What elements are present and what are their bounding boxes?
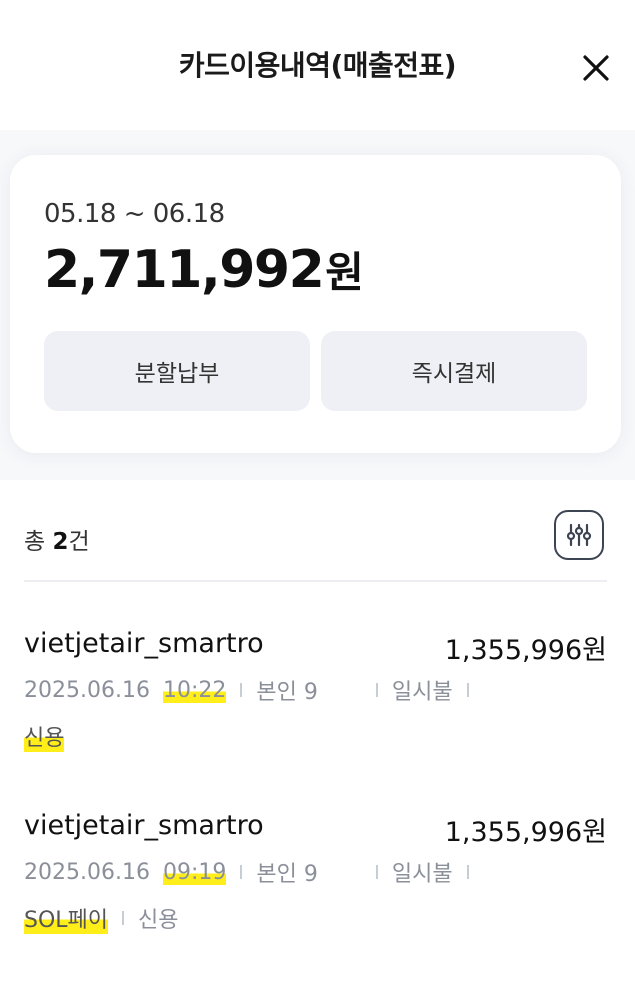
transaction-meta: 2025.06.16 09:19 본인 9 일시불 bbox=[24, 856, 483, 888]
merchant-name: vietjetair_smartro bbox=[24, 810, 264, 841]
total-amount: 2,711,992원 bbox=[44, 239, 364, 300]
transaction-meta: 2025.06.16 10:22 본인 9 일시불 bbox=[24, 674, 483, 706]
payment-type: 일시불 bbox=[391, 862, 453, 887]
card-owner: 본인 9 bbox=[256, 680, 318, 705]
transaction-amount: 1,355,996원 bbox=[444, 817, 607, 848]
separator bbox=[375, 683, 378, 697]
tag-sol-pay: SOL페이 bbox=[24, 902, 109, 934]
list-header: 총 2건 bbox=[24, 510, 607, 564]
filter-sliders-icon bbox=[566, 523, 592, 547]
close-button[interactable] bbox=[578, 50, 614, 86]
count-prefix: 총 bbox=[24, 529, 53, 555]
payment-type: 일시불 bbox=[391, 680, 453, 705]
page-title: 카드이용내역(매출전표) bbox=[178, 49, 457, 82]
transaction-tags: SOL페이 신용 bbox=[24, 902, 179, 934]
merchant-name: vietjetair_smartro bbox=[24, 628, 264, 659]
close-icon bbox=[583, 55, 609, 81]
card-owner: 본인 9 bbox=[256, 862, 318, 887]
instant-pay-button[interactable]: 즉시결제 bbox=[321, 331, 587, 411]
header: 카드이용내역(매출전표) bbox=[0, 0, 635, 130]
separator bbox=[122, 911, 125, 925]
transaction-item[interactable]: vietjetair_smartro 1,355,996원 2025.06.16… bbox=[24, 628, 607, 778]
count-value: 2 bbox=[52, 529, 69, 555]
transaction-item[interactable]: vietjetair_smartro 1,355,996원 2025.06.16… bbox=[24, 810, 607, 960]
count-suffix: 건 bbox=[68, 529, 90, 555]
transaction-count: 총 2건 bbox=[24, 522, 90, 556]
filter-button[interactable] bbox=[554, 510, 604, 560]
total-amount-unit: 원 bbox=[325, 248, 364, 297]
total-amount-value: 2,711,992 bbox=[44, 240, 325, 300]
transaction-time: 09:19 bbox=[162, 859, 227, 885]
tag-credit: 신용 bbox=[24, 720, 65, 752]
transaction-tags: 신용 bbox=[24, 720, 65, 752]
transaction-amount: 1,355,996원 bbox=[444, 635, 607, 666]
summary-card: 05.18 ~ 06.18 2,711,992원 분할납부 즉시결제 bbox=[10, 155, 621, 453]
billing-period: 05.18 ~ 06.18 bbox=[44, 199, 225, 229]
transaction-time: 10:22 bbox=[162, 677, 227, 703]
installment-button[interactable]: 분할납부 bbox=[44, 331, 310, 411]
separator bbox=[240, 683, 243, 697]
transaction-date: 2025.06.16 bbox=[24, 859, 150, 885]
transaction-date: 2025.06.16 bbox=[24, 677, 150, 703]
list-divider bbox=[24, 580, 607, 582]
separator bbox=[466, 865, 469, 879]
tag-credit: 신용 bbox=[138, 908, 179, 933]
separator bbox=[375, 865, 378, 879]
separator bbox=[240, 865, 243, 879]
separator bbox=[466, 683, 469, 697]
